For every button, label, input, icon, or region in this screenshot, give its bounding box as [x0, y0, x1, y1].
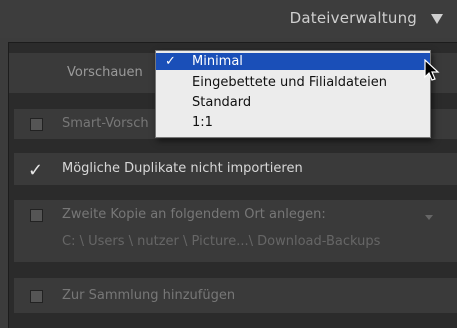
collection-checkbox[interactable] — [30, 290, 43, 303]
previews-dropdown-menu[interactable]: ✓ Minimal Eingebettete und Filialdateien… — [155, 50, 431, 138]
checkmark-icon[interactable]: ✓ — [28, 160, 43, 181]
smart-preview-label: Smart-Vorsch — [62, 116, 149, 131]
triangle-down-icon[interactable] — [431, 14, 443, 24]
smart-preview-checkbox[interactable] — [30, 118, 43, 131]
menu-option-standard[interactable]: Standard — [156, 94, 430, 111]
panel-header[interactable]: Dateiverwaltung — [0, 0, 457, 38]
checkmark-icon: ✓ — [165, 54, 176, 69]
panel-title: Dateiverwaltung — [289, 9, 417, 27]
second-copy-row[interactable]: Zweite Kopie an folgendem Ort anlegen: C… — [14, 200, 457, 262]
chevron-down-icon[interactable] — [425, 215, 433, 220]
backup-path[interactable]: C: \ Users \ nutzer \ Picture...\ Downlo… — [62, 234, 380, 249]
duplicates-row[interactable]: ✓ Mögliche Duplikate nicht importieren — [14, 153, 457, 185]
menu-option-label: Standard — [192, 95, 252, 110]
collection-row[interactable]: Zur Sammlung hinzufügen — [14, 278, 457, 313]
second-copy-checkbox[interactable] — [30, 209, 43, 222]
menu-option-label: Minimal — [192, 54, 243, 69]
menu-option-1-1[interactable]: 1:1 — [156, 114, 430, 131]
mouse-cursor-icon — [424, 59, 440, 81]
duplicates-label: Mögliche Duplikate nicht importieren — [62, 161, 303, 176]
menu-option-minimal[interactable]: ✓ Minimal — [156, 53, 430, 70]
menu-option-label: 1:1 — [192, 115, 213, 130]
second-copy-label: Zweite Kopie an folgendem Ort anlegen: — [62, 207, 326, 222]
menu-option-label: Eingebettete und Filialdateien — [192, 75, 387, 90]
previews-label: Vorschauen — [67, 65, 143, 80]
collection-label: Zur Sammlung hinzufügen — [62, 288, 236, 303]
menu-option-embedded[interactable]: Eingebettete und Filialdateien — [156, 74, 430, 91]
